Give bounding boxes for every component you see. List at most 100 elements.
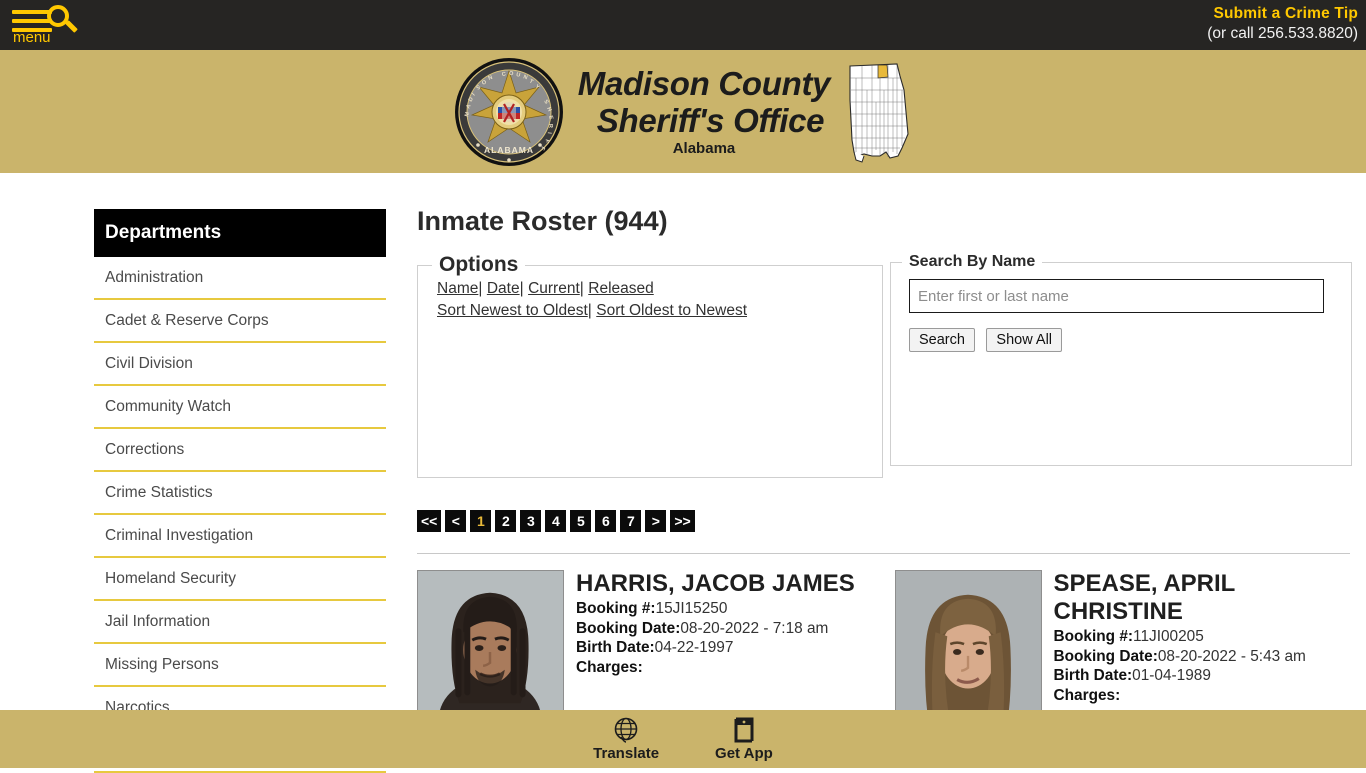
departments-sidebar: Departments Administration Cadet & Reser… xyxy=(94,209,386,773)
sidebar-item-cadet-reserve-corps[interactable]: Cadet & Reserve Corps xyxy=(94,300,386,343)
sidebar-item-missing-persons[interactable]: Missing Persons xyxy=(94,644,386,687)
globe-icon xyxy=(612,716,640,744)
sheriff-badge-seal-icon: ALABAMA M A D I S O N C O U N T Y S H E … xyxy=(454,57,564,167)
pagination-first[interactable]: << xyxy=(417,510,441,532)
options-panel: Options Name| Date| Current| Released So… xyxy=(417,253,883,478)
inmate-card[interactable]: SPEASE, APRIL CHRISTINE Booking #:11JI00… xyxy=(895,570,1353,730)
mobile-phone-icon xyxy=(731,716,757,744)
pagination-next[interactable]: > xyxy=(645,510,666,532)
birth-date-value: 04-22-1997 xyxy=(655,639,734,656)
search-button[interactable]: Search xyxy=(909,328,975,352)
crime-tip-phone: (or call 256.533.8820) xyxy=(1207,24,1358,44)
birth-date-label: Birth Date: xyxy=(1054,667,1133,684)
brand-block[interactable]: ALABAMA M A D I S O N C O U N T Y S H E … xyxy=(0,50,1366,173)
get-app-button[interactable]: Get App xyxy=(715,716,773,762)
booking-number-value: 15JI15250 xyxy=(656,600,728,617)
inmate-charges: Charges: xyxy=(1054,686,1353,706)
separator: | xyxy=(580,280,584,297)
inmate-charges: Charges: xyxy=(576,658,875,678)
sidebar-item-civil-division[interactable]: Civil Division xyxy=(94,343,386,386)
sort-by-date-link[interactable]: Date xyxy=(487,280,520,297)
inmate-roster-list: HARRIS, JACOB JAMES Booking #:15JI15250 … xyxy=(417,570,1352,730)
sidebar-item-jail-information[interactable]: Jail Information xyxy=(94,601,386,644)
charges-label: Charges: xyxy=(576,659,643,676)
filters-row: Options Name| Date| Current| Released So… xyxy=(417,253,1352,523)
booking-date-value: 08-20-2022 - 5:43 am xyxy=(1158,648,1306,665)
inmate-birth-date: Birth Date:01-04-1989 xyxy=(1054,666,1353,686)
pagination: << < 1 2 3 4 5 6 7 > >> xyxy=(417,510,695,532)
footer-bar: Translate Get App xyxy=(0,710,1366,768)
inmate-details: SPEASE, APRIL CHRISTINE Booking #:11JI00… xyxy=(1054,570,1353,730)
pagination-prev[interactable]: < xyxy=(445,510,466,532)
translate-button[interactable]: Translate xyxy=(593,716,659,762)
inmate-booking-date: Booking Date:08-20-2022 - 5:43 am xyxy=(1054,647,1353,667)
inmate-mugshot[interactable] xyxy=(895,570,1042,730)
alabama-state-map-icon xyxy=(842,60,912,164)
birth-date-label: Birth Date: xyxy=(576,639,655,656)
content-divider xyxy=(417,553,1350,554)
booking-number-label: Booking #: xyxy=(576,600,656,617)
options-links: Name| Date| Current| Released Sort Newes… xyxy=(418,277,882,321)
title-subtitle: Alabama xyxy=(578,139,830,159)
options-links-row-2: Sort Newest to Oldest| Sort Oldest to Ne… xyxy=(437,300,882,322)
sort-newest-to-oldest-link[interactable]: Sort Newest to Oldest xyxy=(437,302,588,319)
translate-label: Translate xyxy=(593,745,659,762)
booking-date-value: 08-20-2022 - 7:18 am xyxy=(680,620,828,637)
top-bar: menu Submit a Crime Tip (or call 256.533… xyxy=(0,0,1366,50)
options-links-row-1: Name| Date| Current| Released xyxy=(437,278,882,300)
pagination-page-6[interactable]: 6 xyxy=(595,510,616,532)
pagination-page-3[interactable]: 3 xyxy=(520,510,541,532)
sidebar-item-homeland-security[interactable]: Homeland Security xyxy=(94,558,386,601)
booking-number-value: 11JI00205 xyxy=(1133,628,1204,645)
submit-crime-tip-link[interactable]: Submit a Crime Tip xyxy=(1207,3,1358,24)
search-buttons: Search Show All xyxy=(909,328,1333,352)
site-header: ALABAMA M A D I S O N C O U N T Y S H E … xyxy=(0,50,1366,173)
sidebar-item-community-watch[interactable]: Community Watch xyxy=(94,386,386,429)
options-legend: Options xyxy=(432,253,525,277)
search-legend: Search By Name xyxy=(902,253,1042,271)
sidebar-item-administration[interactable]: Administration xyxy=(94,257,386,300)
pagination-page-1[interactable]: 1 xyxy=(470,510,491,532)
inmate-card[interactable]: HARRIS, JACOB JAMES Booking #:15JI15250 … xyxy=(417,570,875,730)
svg-text:R: R xyxy=(547,123,553,127)
inmate-mugshot[interactable] xyxy=(417,570,564,730)
booking-number-label: Booking #: xyxy=(1054,628,1134,645)
crime-tip-block: Submit a Crime Tip (or call 256.533.8820… xyxy=(1207,3,1358,44)
search-input[interactable] xyxy=(909,279,1324,313)
title-line-2: Sheriff's Office xyxy=(578,102,830,139)
pagination-page-4[interactable]: 4 xyxy=(545,510,566,532)
search-icon[interactable] xyxy=(45,4,81,40)
search-by-name-panel: Search By Name Search Show All xyxy=(890,253,1352,466)
sort-oldest-to-newest-link[interactable]: Sort Oldest to Newest xyxy=(596,302,747,319)
booking-date-label: Booking Date: xyxy=(1054,648,1158,665)
pagination-page-2[interactable]: 2 xyxy=(495,510,516,532)
mugshot-male-photo xyxy=(418,571,563,729)
inmate-booking-number: Booking #:15JI15250 xyxy=(576,599,875,619)
pagination-page-7[interactable]: 7 xyxy=(620,510,641,532)
sidebar-heading: Departments xyxy=(94,209,386,257)
sidebar-item-crime-statistics[interactable]: Crime Statistics xyxy=(94,472,386,515)
svg-text:ALABAMA: ALABAMA xyxy=(484,145,534,155)
inmate-name[interactable]: SPEASE, APRIL CHRISTINE xyxy=(1054,570,1353,626)
title-line-1: Madison County xyxy=(578,65,830,102)
show-all-button[interactable]: Show All xyxy=(986,328,1062,352)
pagination-page-5[interactable]: 5 xyxy=(570,510,591,532)
inmate-birth-date: Birth Date:04-22-1997 xyxy=(576,638,875,658)
page-title: Inmate Roster (944) xyxy=(417,205,1352,237)
site-title: Madison County Sheriff's Office Alabama xyxy=(578,65,830,159)
inmate-booking-number: Booking #:11JI00205 xyxy=(1054,627,1353,647)
filter-released-link[interactable]: Released xyxy=(588,280,654,297)
sidebar-item-corrections[interactable]: Corrections xyxy=(94,429,386,472)
filter-current-link[interactable]: Current xyxy=(528,280,580,297)
inmate-name[interactable]: HARRIS, JACOB JAMES xyxy=(576,570,875,598)
svg-text:C: C xyxy=(501,71,506,77)
mugshot-female-photo xyxy=(896,571,1041,729)
main-content: Inmate Roster (944) Options Name| Date| … xyxy=(417,205,1352,523)
inmate-details: HARRIS, JACOB JAMES Booking #:15JI15250 … xyxy=(576,570,875,730)
sidebar-item-criminal-investigation[interactable]: Criminal Investigation xyxy=(94,515,386,558)
pagination-last[interactable]: >> xyxy=(670,510,694,532)
separator: | xyxy=(478,280,482,297)
birth-date-value: 01-04-1989 xyxy=(1132,667,1211,684)
separator: | xyxy=(588,302,592,319)
sort-by-name-link[interactable]: Name xyxy=(437,280,478,297)
